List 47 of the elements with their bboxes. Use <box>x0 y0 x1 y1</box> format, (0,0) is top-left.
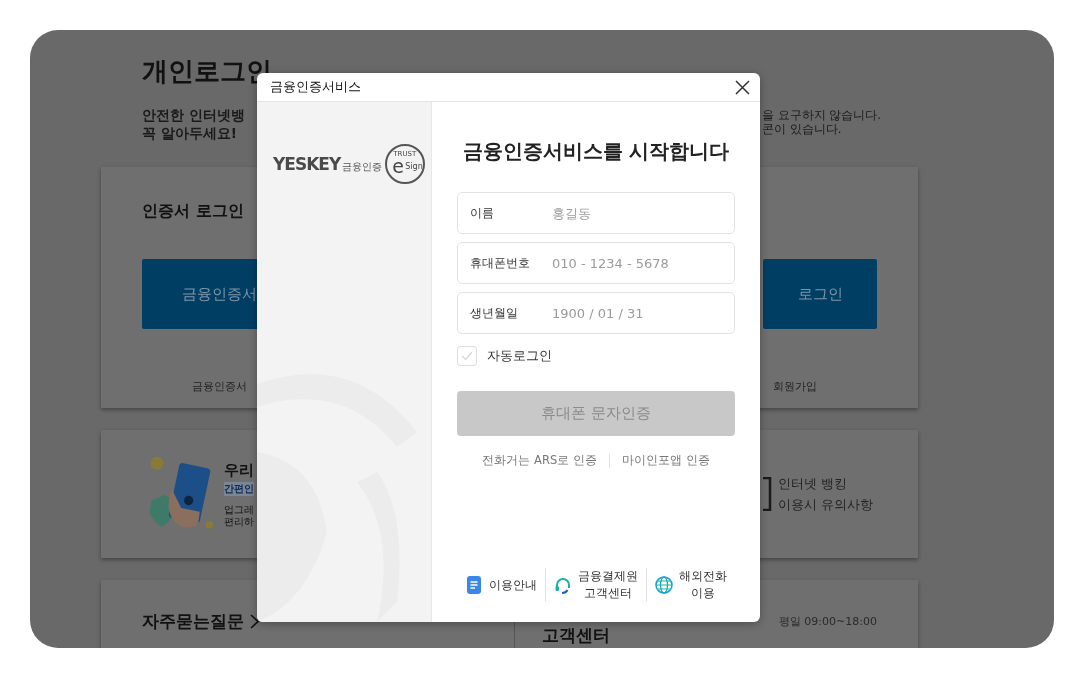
document-icon <box>465 576 483 594</box>
notice-text: 을 요구하지 않습니다. <box>762 108 881 122</box>
support-link[interactable]: 고객센터 <box>542 624 610 647</box>
check-icon <box>461 351 473 361</box>
globe-icon <box>655 576 673 594</box>
login-button[interactable]: 로그인 <box>763 259 877 329</box>
checkbox[interactable] <box>457 346 477 366</box>
input-field[interactable]: 휴대폰번호 010 - 1234 - 5678 <box>457 242 735 284</box>
faq-link[interactable]: 자주묻는질문 <box>142 610 244 633</box>
footer-link[interactable]: 금융결제원 고객센터 <box>578 568 638 602</box>
promo-text: 편리하 <box>224 516 254 528</box>
text-input[interactable]: 1900 / 01 / 31 <box>550 304 734 322</box>
dialog-heading: 금융인증서비스를 시작합니다 <box>461 138 731 164</box>
auth-link[interactable]: 마이인포앱 인증 <box>621 453 710 468</box>
certificate-link[interactable]: 금융인증서 <box>142 379 257 408</box>
text-input[interactable]: 홍길동 <box>550 204 734 222</box>
page-title: 개인로그인 <box>142 55 272 86</box>
certificate-button[interactable]: 금융인증서 <box>142 259 257 329</box>
checkbox-label: 자동로그인 <box>487 347 552 365</box>
seal-letter: e <box>392 156 404 176</box>
promo-text: 업그레 <box>224 504 254 516</box>
bracket-icon <box>762 477 772 511</box>
logo-tagline: 금융인증 <box>342 159 383 174</box>
seal-text: Sign <box>405 162 423 171</box>
promo-title: 우리 <box>224 460 254 480</box>
logo-wordmark: YESKEY <box>273 154 341 174</box>
auth-link[interactable]: 전화거는 ARS로 인증 <box>482 453 597 468</box>
field-label: 이름 <box>470 204 495 222</box>
field-label: 생년월일 <box>470 304 519 322</box>
business-hours: 평일 09:00~18:00 <box>777 614 877 630</box>
footer-link[interactable]: 해외전화 이용 <box>679 568 727 602</box>
notice-link[interactable]: 인터넷 뱅킹 이용시 유의사항 <box>778 473 874 515</box>
card-title: 인증서 로그인 <box>142 200 244 222</box>
input-field[interactable]: 이름 홍길동 <box>457 192 735 234</box>
dialog-title: 금융인증서비스 <box>270 78 361 96</box>
text-input[interactable]: 010 - 1234 - 5678 <box>550 254 734 272</box>
close-button[interactable] <box>735 79 750 95</box>
notice-text: 꼭 알아두세요! <box>142 124 238 142</box>
notice-text: 콘이 있습니다. <box>762 122 843 136</box>
footer-link[interactable]: 이용안내 <box>489 576 537 594</box>
field-label: 휴대폰번호 <box>470 254 531 272</box>
signup-link[interactable]: 회원가입 <box>763 379 877 408</box>
headset-icon <box>554 576 572 594</box>
notice-text: 안전한 인터넷뱅 <box>142 106 246 124</box>
promo-tag: 간편인 <box>224 482 254 496</box>
input-field[interactable]: 생년월일 1900 / 01 / 31 <box>457 292 735 334</box>
chevron-icon <box>250 614 259 629</box>
